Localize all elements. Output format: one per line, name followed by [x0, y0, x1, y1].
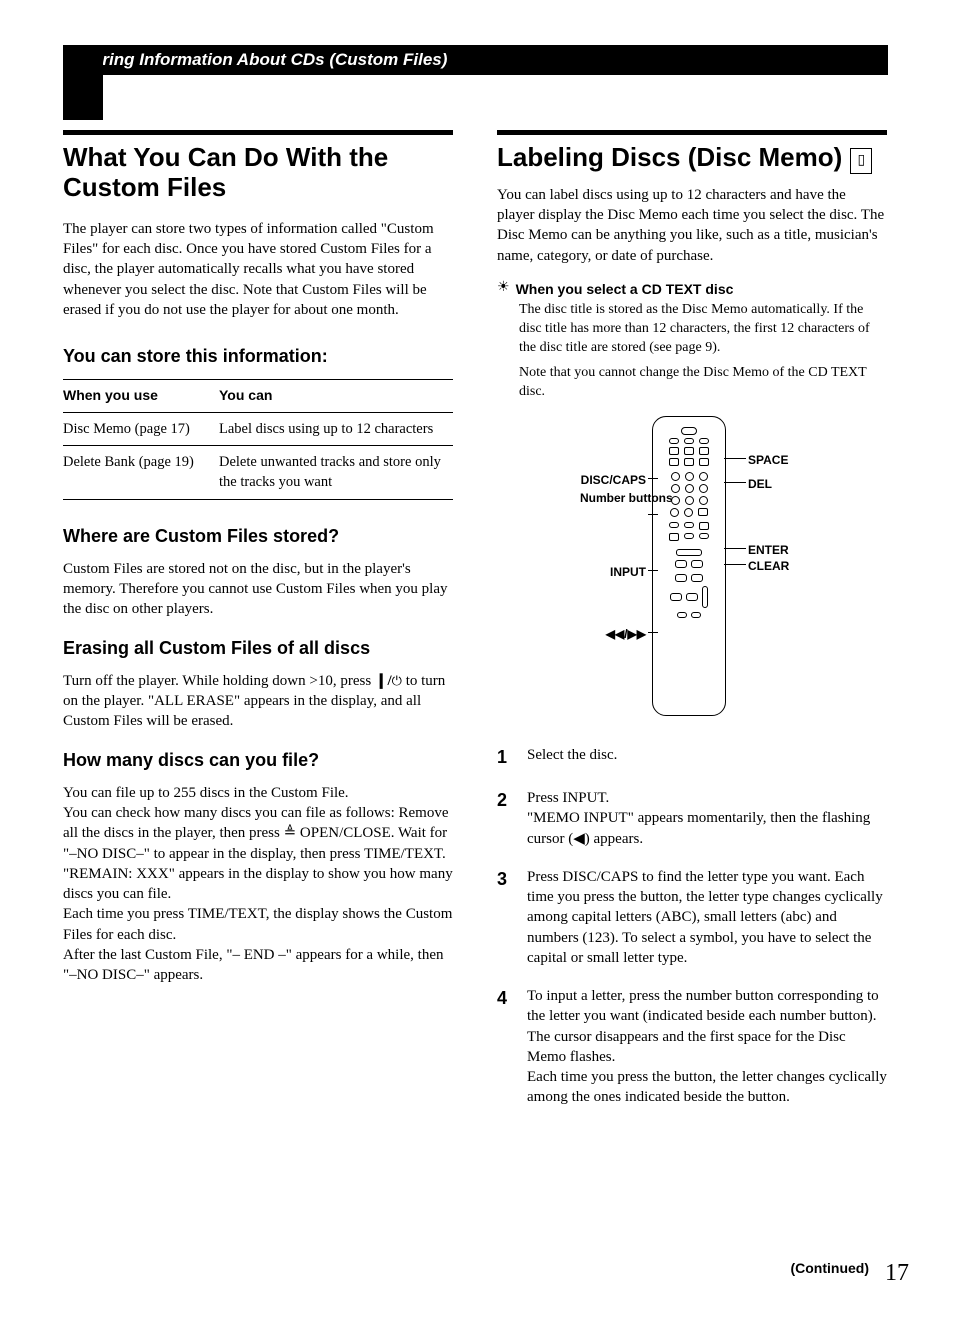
section-rule [63, 130, 453, 135]
remote-outline [652, 416, 726, 716]
where-stored-heading: Where are Custom Files stored? [63, 524, 453, 549]
page-header-bar: Storing Information About CDs (Custom Fi… [63, 45, 888, 75]
step-number: 2 [497, 788, 513, 813]
labeling-intro: You can label discs using up to 12 chara… [497, 185, 887, 266]
store-info-heading: You can store this information: [63, 344, 453, 369]
intro-paragraph: The player can store two types of inform… [63, 219, 453, 320]
right-column: Labeling Discs (Disc Memo) ▯ You can lab… [497, 130, 887, 1126]
diagram-label-number-buttons: Number buttons [580, 492, 646, 505]
table-row: Delete Bank (page 19) Delete unwanted tr… [63, 446, 453, 500]
continued-label: (Continued) [790, 1259, 869, 1279]
store-info-table: When you use You can Disc Memo (page 17)… [63, 379, 453, 499]
erase-text-a: Turn off the player. While holding down … [63, 673, 375, 689]
page-number: 17 [885, 1257, 909, 1291]
erasing-para: Turn off the player. While holding down … [63, 671, 453, 732]
diagram-label-del: DEL [748, 476, 772, 493]
diagram-label-disccaps: DISC/CAPS [564, 472, 646, 489]
step-item: 1 Select the disc. [497, 745, 887, 770]
page-header-title: Storing Information About CDs (Custom Fi… [63, 48, 447, 72]
step-body: Select the disc. [527, 745, 617, 765]
step-number: 3 [497, 867, 513, 892]
section-title-custom-files: What You Can Do With the Custom Files [63, 143, 453, 203]
where-stored-para: Custom Files are stored not on the disc,… [63, 559, 453, 620]
table-cell: Delete unwanted tracks and store only th… [219, 446, 453, 500]
content-columns: What You Can Do With the Custom Files Th… [0, 75, 954, 1126]
table-cell: Delete Bank (page 19) [63, 446, 219, 500]
table-header-when: When you use [63, 380, 219, 413]
step-number: 4 [497, 986, 513, 1011]
diagram-label-enter: ENTER [748, 542, 789, 559]
tip-body-2: Note that you cannot change the Disc Mem… [519, 364, 887, 402]
steps-list: 1 Select the disc. 2 Press INPUT. "MEMO … [497, 745, 887, 1108]
how-many-heading: How many discs can you file? [63, 748, 453, 773]
how-many-para: You can file up to 255 discs in the Cust… [63, 783, 453, 986]
erasing-heading: Erasing all Custom Files of all discs [63, 636, 453, 661]
diagram-label-space: SPACE [748, 452, 788, 469]
left-column: What You Can Do With the Custom Files Th… [63, 130, 453, 1126]
step-item: 4 To input a letter, press the number bu… [497, 986, 887, 1108]
remote-control-icon: ▯ [850, 148, 872, 174]
header-spine-block [63, 45, 103, 120]
table-cell: Label discs using up to 12 characters [219, 412, 453, 445]
tip-row: ☀ When you select a CD TEXT disc [497, 280, 887, 300]
step-number: 1 [497, 745, 513, 770]
diagram-label-clear: CLEAR [748, 558, 789, 575]
step-body: To input a letter, press the number butt… [527, 986, 887, 1108]
section-title-labeling: Labeling Discs (Disc Memo) [497, 143, 842, 173]
step-body: Press INPUT. "MEMO INPUT" appears moment… [527, 788, 887, 849]
remote-diagram: SPACE DEL ENTER CLEAR DISC/CAPS Number b… [552, 416, 832, 721]
tip-icon: ☀ [497, 280, 510, 300]
step-body: Press DISC/CAPS to find the letter type … [527, 867, 887, 968]
tip-body-1: The disc title is stored as the Disc Mem… [519, 301, 887, 358]
table-cell: Disc Memo (page 17) [63, 412, 219, 445]
power-prefix: ❙/ [375, 673, 392, 689]
section-rule [497, 130, 887, 135]
tip-title: When you select a CD TEXT disc [516, 280, 734, 300]
table-row: Disc Memo (page 17) Label discs using up… [63, 412, 453, 445]
power-icon: ⏻ [392, 673, 402, 688]
table-header-youcan: You can [219, 380, 453, 413]
step-item: 3 Press DISC/CAPS to find the letter typ… [497, 867, 887, 968]
diagram-label-input: INPUT [600, 564, 646, 581]
diagram-label-skip: ◀◀/▶▶ [586, 626, 646, 643]
step-item: 2 Press INPUT. "MEMO INPUT" appears mome… [497, 788, 887, 849]
